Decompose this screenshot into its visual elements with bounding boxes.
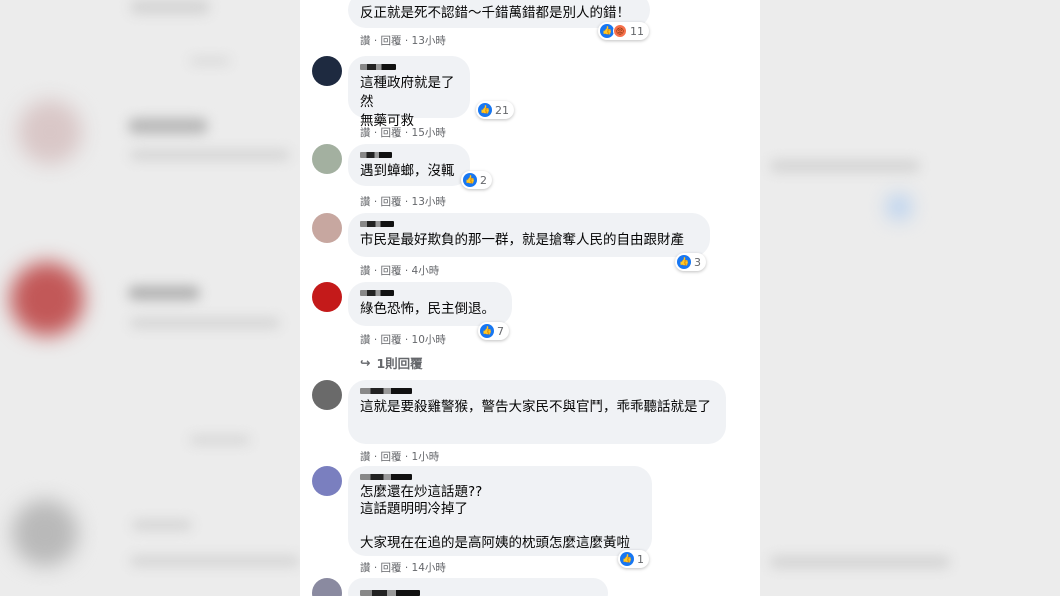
like-icon: 👍 xyxy=(478,103,492,117)
comment-bubble xyxy=(348,578,608,596)
reaction-summary[interactable]: 👍 😡 11 xyxy=(598,22,649,40)
comment-text: 綠色恐怖，民主倒退。 xyxy=(360,301,495,317)
comment-bubble: 怎麼還在炒這話題?? 這話題明明冷掉了 大家現在在追的是高阿姨的枕頭怎麼這麼黃啦 xyxy=(348,466,652,556)
redacted-author-name[interactable] xyxy=(360,152,392,158)
reaction-summary[interactable]: 👍 2 xyxy=(461,171,492,189)
avatar[interactable] xyxy=(312,466,342,496)
like-icon: 👍 xyxy=(677,255,691,269)
redacted-author-name[interactable] xyxy=(360,474,412,480)
reaction-count: 2 xyxy=(480,173,487,187)
reaction-count: 3 xyxy=(694,255,701,269)
comment-text: 反正就是死不認錯～千錯萬錯都是別人的錯！ xyxy=(360,5,630,21)
like-icon: 👍 xyxy=(600,24,614,38)
like-icon: 👍 xyxy=(480,324,494,338)
redacted-author-name[interactable] xyxy=(360,221,394,227)
comment-text: 這種政府就是了然 無藥可救 xyxy=(360,75,455,129)
view-replies-label: 1則回覆 xyxy=(376,356,423,371)
blurred-avatar xyxy=(10,262,84,336)
comment-meta[interactable]: 讚 · 回覆 · 10小時 xyxy=(360,332,446,347)
blurred-shape xyxy=(130,318,280,328)
reaction-count: 7 xyxy=(497,324,504,338)
blurred-avatar xyxy=(12,500,78,566)
reaction-summary[interactable]: 👍 21 xyxy=(476,101,514,119)
like-icon: 👍 xyxy=(620,552,634,566)
blurred-shape xyxy=(130,0,210,14)
blurred-shape xyxy=(130,556,300,566)
comment-meta[interactable]: 讚 · 回覆 · 13小時 xyxy=(360,33,446,48)
blurred-shape xyxy=(770,160,920,172)
comment-meta[interactable]: 讚 · 回覆 · 13小時 xyxy=(360,194,446,209)
redacted-author-name[interactable] xyxy=(360,590,420,596)
blurred-shape xyxy=(190,436,250,444)
redacted-author-name[interactable] xyxy=(360,64,396,70)
comment-bubble: 遇到蟑螂，沒輒 xyxy=(348,144,470,186)
reaction-count: 1 xyxy=(637,552,644,566)
blurred-icon xyxy=(888,196,910,218)
avatar[interactable] xyxy=(312,282,342,312)
blurred-shape xyxy=(190,58,230,64)
blurred-avatar xyxy=(18,100,82,164)
reply-arrow-icon: ↪ xyxy=(360,355,371,370)
redacted-author-name[interactable] xyxy=(360,290,394,296)
comment-text: 市民是最好欺負的那一群，就是搶奪人民的自由跟財產 xyxy=(360,232,684,248)
comment-bubble: 市民是最好欺負的那一群，就是搶奪人民的自由跟財產 xyxy=(348,213,710,257)
comment-meta[interactable]: 讚 · 回覆 · 15小時 xyxy=(360,125,446,140)
blurred-shape xyxy=(128,118,208,134)
comment-panel: 反正就是死不認錯～千錯萬錯都是別人的錯！ 👍 😡 11 讚 · 回覆 · 13小… xyxy=(300,0,760,596)
like-icon: 👍 xyxy=(463,173,477,187)
comment-bubble: 這種政府就是了然 無藥可救 xyxy=(348,56,470,129)
comment-text: 這就是要殺雞警猴，警告大家民不與官鬥，乖乖聽話就是了 xyxy=(360,399,711,415)
reaction-summary[interactable]: 👍 3 xyxy=(675,253,706,271)
reaction-count: 21 xyxy=(495,103,509,117)
comment-bubble: 綠色恐怖，民主倒退。 xyxy=(348,282,512,326)
blurred-shape xyxy=(770,556,950,568)
avatar[interactable] xyxy=(312,144,342,174)
comment-text: 怎麼還在炒這話題?? 這話題明明冷掉了 大家現在在追的是高阿姨的枕頭怎麼這麼黃啦 xyxy=(360,484,630,551)
comment-bubble: 這就是要殺雞警猴，警告大家民不與官鬥，乖乖聽話就是了 xyxy=(348,380,726,444)
reaction-count: 11 xyxy=(630,24,644,38)
comment-meta[interactable]: 讚 · 回覆 · 14小時 xyxy=(360,560,446,575)
avatar[interactable] xyxy=(312,213,342,243)
blurred-shape xyxy=(128,286,200,300)
redacted-author-name[interactable] xyxy=(360,388,412,394)
avatar[interactable] xyxy=(312,578,342,596)
comment-text: 遇到蟑螂，沒輒 xyxy=(360,163,455,179)
blurred-shape xyxy=(132,520,192,530)
blurred-shape xyxy=(130,150,290,160)
angry-icon: 😡 xyxy=(613,24,627,38)
comment-meta[interactable]: 讚 · 回覆 · 1小時 xyxy=(360,449,439,464)
comment-meta[interactable]: 讚 · 回覆 · 4小時 xyxy=(360,263,439,278)
reaction-summary[interactable]: 👍 1 xyxy=(618,550,649,568)
avatar[interactable] xyxy=(312,380,342,410)
view-replies-link[interactable]: ↪ 1則回覆 xyxy=(360,353,423,372)
reaction-summary[interactable]: 👍 7 xyxy=(478,322,509,340)
avatar[interactable] xyxy=(312,56,342,86)
